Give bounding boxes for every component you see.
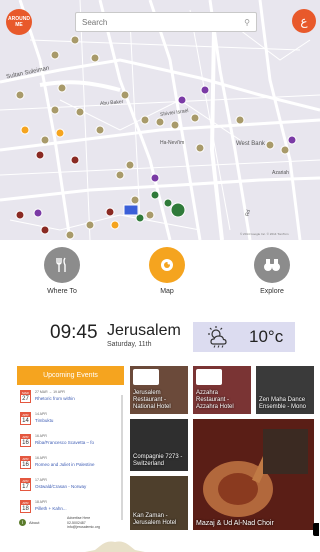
jerusalem-skyline-logo: [85, 541, 145, 552]
clock-time: 09:45: [50, 322, 98, 343]
tile-label: Compagnie 7273 - Switzerland: [133, 454, 183, 467]
street-label: Ha-Nevi'im: [160, 140, 185, 146]
oud-illustration: [193, 419, 314, 530]
tile-compagnie[interactable]: Compagnie 7273 - Switzerland: [130, 419, 188, 471]
event-title[interactable]: Romeo and Juliet in Palestine: [35, 462, 95, 467]
event-date: 16 APR: [35, 456, 47, 460]
map-pin-icon[interactable]: [149, 247, 185, 283]
calendar-icon: APR 18: [20, 500, 31, 513]
clock-city: Jerusalem: [107, 322, 181, 339]
cutlery-icon[interactable]: [44, 247, 80, 283]
nav-where-to[interactable]: Where To: [22, 247, 102, 295]
map-streets: [0, 0, 320, 240]
calendar-icon: APR 16: [20, 434, 31, 447]
weather-box: 10°c: [193, 322, 295, 352]
nav-map[interactable]: Map: [127, 247, 207, 295]
temperature: 10°c: [249, 327, 284, 346]
nav-label: Where To: [47, 288, 77, 295]
event-title[interactable]: Riba/Francesco Scavetta – fo: [35, 440, 94, 445]
tile-azzahra[interactable]: Azzahra Restaurant - Azzahra Hotel: [193, 366, 251, 414]
nav-label: Map: [160, 288, 174, 295]
event-date: 16 APR: [35, 434, 47, 438]
calendar-icon: MAR 27: [20, 390, 31, 403]
info-icon: i: [19, 519, 26, 526]
tile-mazaj[interactable]: Mazaj & Ud Al-Nad Choir: [193, 419, 314, 530]
calendar-icon: APR 16: [20, 456, 31, 469]
binoculars-icon[interactable]: [254, 247, 290, 283]
clock-weather-row: 09:45 Jerusalem Saturday, 11th 10°c: [0, 322, 320, 356]
map-view[interactable]: Sultan Suleiman Abu Baker Shivtei Israel…: [0, 0, 320, 240]
main-nav: Where To Map Explore: [0, 240, 320, 300]
about-label: About: [29, 520, 40, 525]
event-item[interactable]: APR 18 18 APR Pilleth + Kahn...: [20, 500, 116, 517]
event-item[interactable]: APR 16 16 APR Romeo and Juliet in Palesti…: [20, 456, 116, 473]
event-item[interactable]: MAR 27 27 MAR → 19 APR Rhetoric from with…: [20, 390, 116, 407]
around-me-button[interactable]: AROUND ME: [6, 9, 32, 35]
around-me-label: AROUND ME: [8, 16, 30, 28]
event-title[interactable]: Pilleth + Kahn...: [35, 506, 67, 511]
clock-date: Saturday, 11th: [107, 341, 152, 348]
event-title[interactable]: Ostwald/Crasan - Norway: [35, 484, 86, 489]
map-attribution: © 2014 Google Inc. © 2014 TomTom: [240, 232, 289, 236]
tile-logo: [196, 369, 222, 385]
partly-cloudy-icon: [208, 326, 227, 348]
advertise-info: Advertise Here 02-5002487 info@jerusalem…: [67, 516, 100, 530]
events-footer: i About Advertise Here 02-5002487 info@je…: [17, 516, 124, 530]
nav-label: Explore: [260, 288, 284, 295]
tile-label: Zen Maha Dance Ensemble - Mono: [259, 397, 307, 410]
events-header: Upcoming Events: [17, 366, 124, 385]
street-label: West Bank: [236, 141, 265, 147]
nav-explore[interactable]: Explore: [232, 247, 312, 295]
tile-national-hotel[interactable]: Jerusalem Restaurant - National Hotel: [130, 366, 188, 414]
tile-kan-zaman[interactable]: Kan Zaman - Jerusalem Hotel: [130, 476, 188, 530]
tile-zen-maha[interactable]: Zen Maha Dance Ensemble - Mono: [256, 366, 314, 414]
advertise-email[interactable]: info@jerusalemic.org: [67, 525, 100, 530]
tile-label: Mazaj & Ud Al-Nad Choir: [196, 520, 274, 527]
language-label: ع: [300, 14, 308, 28]
event-title[interactable]: Rhetoric from within: [35, 396, 75, 401]
tile-label: Azzahra Restaurant - Azzahra Hotel: [196, 390, 234, 410]
event-item[interactable]: APR 14 14 APR Timbuktu: [20, 412, 116, 429]
search-icon[interactable]: ⚲: [244, 18, 250, 27]
events-panel: Upcoming Events MAR 27 27 MAR → 19 APR Rh…: [17, 366, 124, 530]
event-title[interactable]: Timbuktu: [35, 418, 53, 423]
about-link[interactable]: i About: [19, 519, 39, 526]
tile-logo: [133, 369, 159, 385]
events-scrollbar[interactable]: [121, 395, 123, 520]
event-date: 14 APR: [35, 412, 47, 416]
language-button[interactable]: ع: [292, 9, 316, 33]
tile-label: Kan Zaman - Jerusalem Hotel: [133, 513, 177, 526]
event-item[interactable]: APR 16 16 APR Riba/Francesco Scavetta – f…: [20, 434, 116, 451]
search-input[interactable]: [82, 17, 245, 27]
tile-label: Jerusalem Restaurant - National Hotel: [133, 390, 171, 410]
event-date: 17 APR: [35, 478, 47, 482]
calendar-icon: APR 17: [20, 478, 31, 491]
search-bar[interactable]: ⚲: [75, 12, 257, 32]
event-date: 18 APR: [35, 500, 47, 504]
event-date: 27 MAR → 19 APR: [35, 390, 65, 394]
scroll-handle[interactable]: [313, 523, 319, 536]
street-label: Azariah: [272, 170, 289, 176]
event-item[interactable]: APR 17 17 APR Ostwald/Crasan - Norway: [20, 478, 116, 495]
calendar-icon: APR 14: [20, 412, 31, 425]
